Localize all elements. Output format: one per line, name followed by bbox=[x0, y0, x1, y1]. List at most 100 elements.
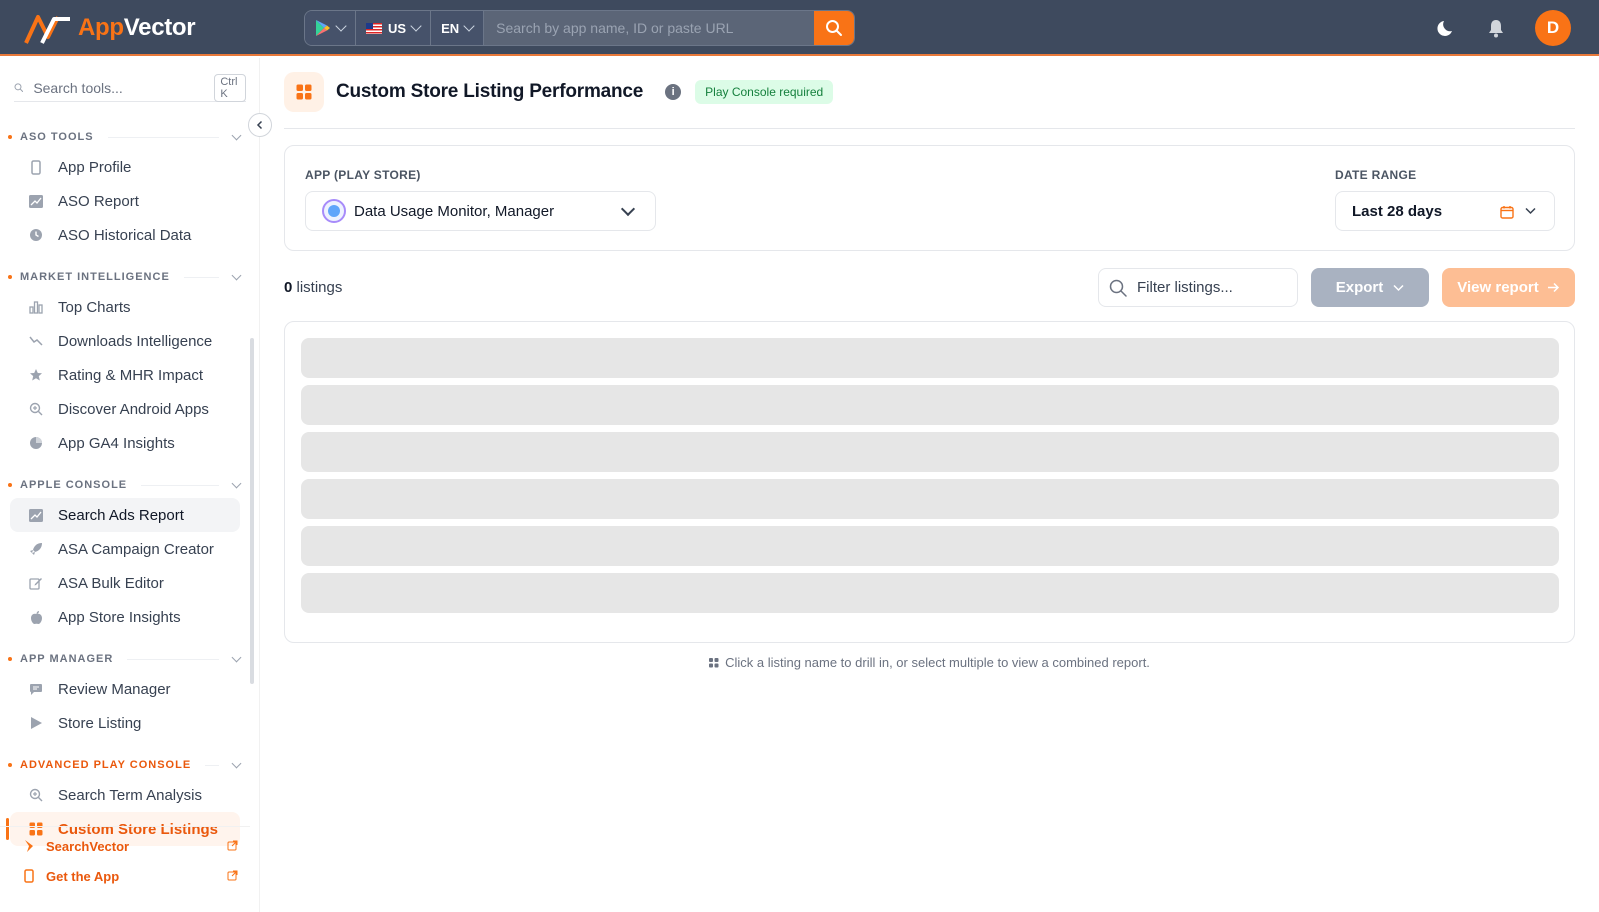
play-icon bbox=[28, 715, 44, 731]
sidebar-item-label: Search Term Analysis bbox=[58, 786, 202, 804]
sidebar-footer: SearchVector Get the App bbox=[0, 826, 250, 891]
sidebar: Ctrl K ASO TOOLS App Profile ASO Report … bbox=[0, 58, 260, 912]
arrow-right-icon bbox=[1547, 282, 1559, 293]
brand-app-text: App bbox=[78, 14, 124, 41]
footer-link-searchvector[interactable]: SearchVector bbox=[0, 831, 250, 861]
searchvector-logo-icon bbox=[22, 839, 36, 853]
us-flag-icon bbox=[366, 22, 382, 34]
sidebar-item-app-ga4-insights[interactable]: App GA4 Insights bbox=[10, 426, 240, 460]
tool-search-input[interactable] bbox=[33, 79, 215, 96]
section-apple-console[interactable]: APPLE CONSOLE bbox=[0, 472, 250, 498]
dark-mode-moon-icon[interactable] bbox=[1437, 18, 1457, 38]
sidebar-item-label: App GA4 Insights bbox=[58, 434, 175, 452]
app-select[interactable]: Data Usage Monitor, Manager bbox=[305, 191, 656, 231]
chevron-down-icon bbox=[463, 20, 475, 32]
brand-logo[interactable]: AppVector bbox=[24, 10, 196, 46]
app-select-value: Data Usage Monitor, Manager bbox=[354, 202, 555, 220]
sidebar-item-store-listing[interactable]: Store Listing bbox=[10, 706, 240, 740]
sidebar-item-label: ASO Report bbox=[58, 192, 139, 210]
skeleton-row bbox=[301, 479, 1559, 519]
chevron-down-icon bbox=[620, 201, 636, 217]
sidebar-item-asa-bulk-editor[interactable]: ASA Bulk Editor bbox=[10, 566, 240, 600]
footer-link-get-the-app[interactable]: Get the App bbox=[0, 861, 250, 891]
calendar-icon bbox=[1500, 206, 1514, 219]
chat-bubble-icon bbox=[28, 681, 44, 697]
sidebar-item-label: Rating & MHR Impact bbox=[58, 366, 204, 384]
skeleton-row bbox=[301, 432, 1559, 472]
search-button[interactable] bbox=[814, 11, 854, 45]
section-market-intelligence[interactable]: MARKET INTELLIGENCE bbox=[0, 264, 250, 290]
sidebar-item-label: App Store Insights bbox=[58, 608, 181, 626]
chevron-down-icon bbox=[231, 478, 242, 488]
date-range-select[interactable]: Last 28 days bbox=[1335, 191, 1555, 231]
sidebar-item-discover-android-apps[interactable]: Discover Android Apps bbox=[10, 392, 240, 426]
sidebar-item-asa-campaign-creator[interactable]: ASA Campaign Creator bbox=[10, 532, 240, 566]
edit-icon bbox=[28, 575, 44, 591]
store-selector[interactable] bbox=[305, 11, 356, 45]
filter-listings-input[interactable] bbox=[1137, 279, 1277, 296]
zoom-search-icon bbox=[28, 787, 44, 803]
sidebar-item-aso-historical-data[interactable]: ASO Historical Data bbox=[10, 218, 240, 252]
sidebar-item-label: ASO Historical Data bbox=[58, 226, 192, 244]
section-title: MARKET INTELLIGENCE bbox=[20, 271, 170, 283]
bar-chart-icon bbox=[28, 299, 44, 315]
collapse-sidebar-button[interactable] bbox=[248, 113, 272, 137]
sidebar-item-rating-mhr-impact[interactable]: Rating & MHR Impact bbox=[10, 358, 240, 392]
sidebar-item-app-store-insights[interactable]: App Store Insights bbox=[10, 600, 240, 634]
sidebar-item-review-manager[interactable]: Review Manager bbox=[10, 672, 240, 706]
pie-chart-icon bbox=[28, 435, 44, 451]
appvector-logo-icon bbox=[24, 15, 70, 44]
chevron-down-icon bbox=[231, 652, 242, 662]
language-selector[interactable]: EN bbox=[431, 11, 485, 45]
trend-down-icon bbox=[28, 333, 44, 349]
divider bbox=[284, 128, 1575, 129]
clock-icon bbox=[28, 227, 44, 243]
sidebar-scrollbar[interactable] bbox=[250, 338, 254, 684]
chevron-down-icon bbox=[335, 20, 347, 32]
sidebar-item-downloads-intelligence[interactable]: Downloads Intelligence bbox=[10, 324, 240, 358]
app-field-label: APP (PLAY STORE) bbox=[305, 168, 421, 182]
sidebar-item-aso-report[interactable]: ASO Report bbox=[10, 184, 240, 218]
status-badge: Play Console required bbox=[695, 80, 834, 104]
chevron-left-icon bbox=[256, 120, 263, 130]
section-app-manager[interactable]: APP MANAGER bbox=[0, 646, 250, 672]
top-bar: AppVector US EN Search by app name, ID o… bbox=[0, 0, 1599, 56]
sidebar-item-app-profile[interactable]: App Profile bbox=[10, 150, 240, 184]
chevron-down-icon bbox=[231, 270, 242, 280]
country-code: US bbox=[388, 20, 407, 36]
footer-link-label: SearchVector bbox=[46, 838, 130, 854]
sidebar-item-search-ads-report[interactable]: Search Ads Report bbox=[10, 498, 240, 532]
country-selector[interactable]: US bbox=[356, 11, 432, 45]
notification-bell-icon[interactable] bbox=[1487, 18, 1505, 38]
section-aso-tools[interactable]: ASO TOOLS bbox=[0, 124, 250, 150]
export-button[interactable]: Export bbox=[1311, 268, 1429, 307]
app-search-input[interactable] bbox=[484, 11, 814, 45]
chevron-down-icon bbox=[231, 758, 242, 768]
view-report-button-label: View report bbox=[1457, 279, 1539, 296]
info-icon[interactable]: i bbox=[665, 84, 682, 100]
listings-count: 0 listings bbox=[284, 279, 342, 296]
external-link-icon bbox=[227, 839, 238, 854]
user-avatar[interactable]: D bbox=[1535, 10, 1571, 46]
skeleton-row bbox=[301, 526, 1559, 566]
sidebar-nav: ASO TOOLS App Profile ASO Report ASO His… bbox=[0, 124, 250, 846]
sidebar-item-label: Discover Android Apps bbox=[58, 400, 209, 418]
google-play-icon bbox=[316, 20, 330, 36]
sidebar-item-label: Top Charts bbox=[58, 298, 131, 316]
section-title: APPLE CONSOLE bbox=[20, 479, 128, 491]
filter-card: APP (PLAY STORE) Data Usage Monitor, Man… bbox=[284, 145, 1575, 251]
sidebar-item-search-term-analysis[interactable]: Search Term Analysis bbox=[10, 778, 240, 812]
section-dot bbox=[8, 135, 12, 139]
view-report-button[interactable]: View report bbox=[1442, 268, 1575, 307]
section-advanced-play-console[interactable]: ADVANCED PLAY CONSOLE bbox=[0, 752, 250, 778]
date-range-label: DATE RANGE bbox=[1335, 168, 1417, 182]
app-search-bar: US EN bbox=[304, 10, 855, 46]
sidebar-item-top-charts[interactable]: Top Charts bbox=[10, 290, 240, 324]
page-title: Custom Store Listing Performance bbox=[336, 81, 644, 102]
star-icon bbox=[28, 367, 44, 383]
footer-link-label: Get the App bbox=[46, 868, 120, 884]
external-link-icon bbox=[227, 869, 238, 884]
listings-table-loading bbox=[284, 321, 1575, 643]
report-chart-icon bbox=[28, 193, 44, 209]
date-range-value: Last 28 days bbox=[1352, 202, 1443, 220]
